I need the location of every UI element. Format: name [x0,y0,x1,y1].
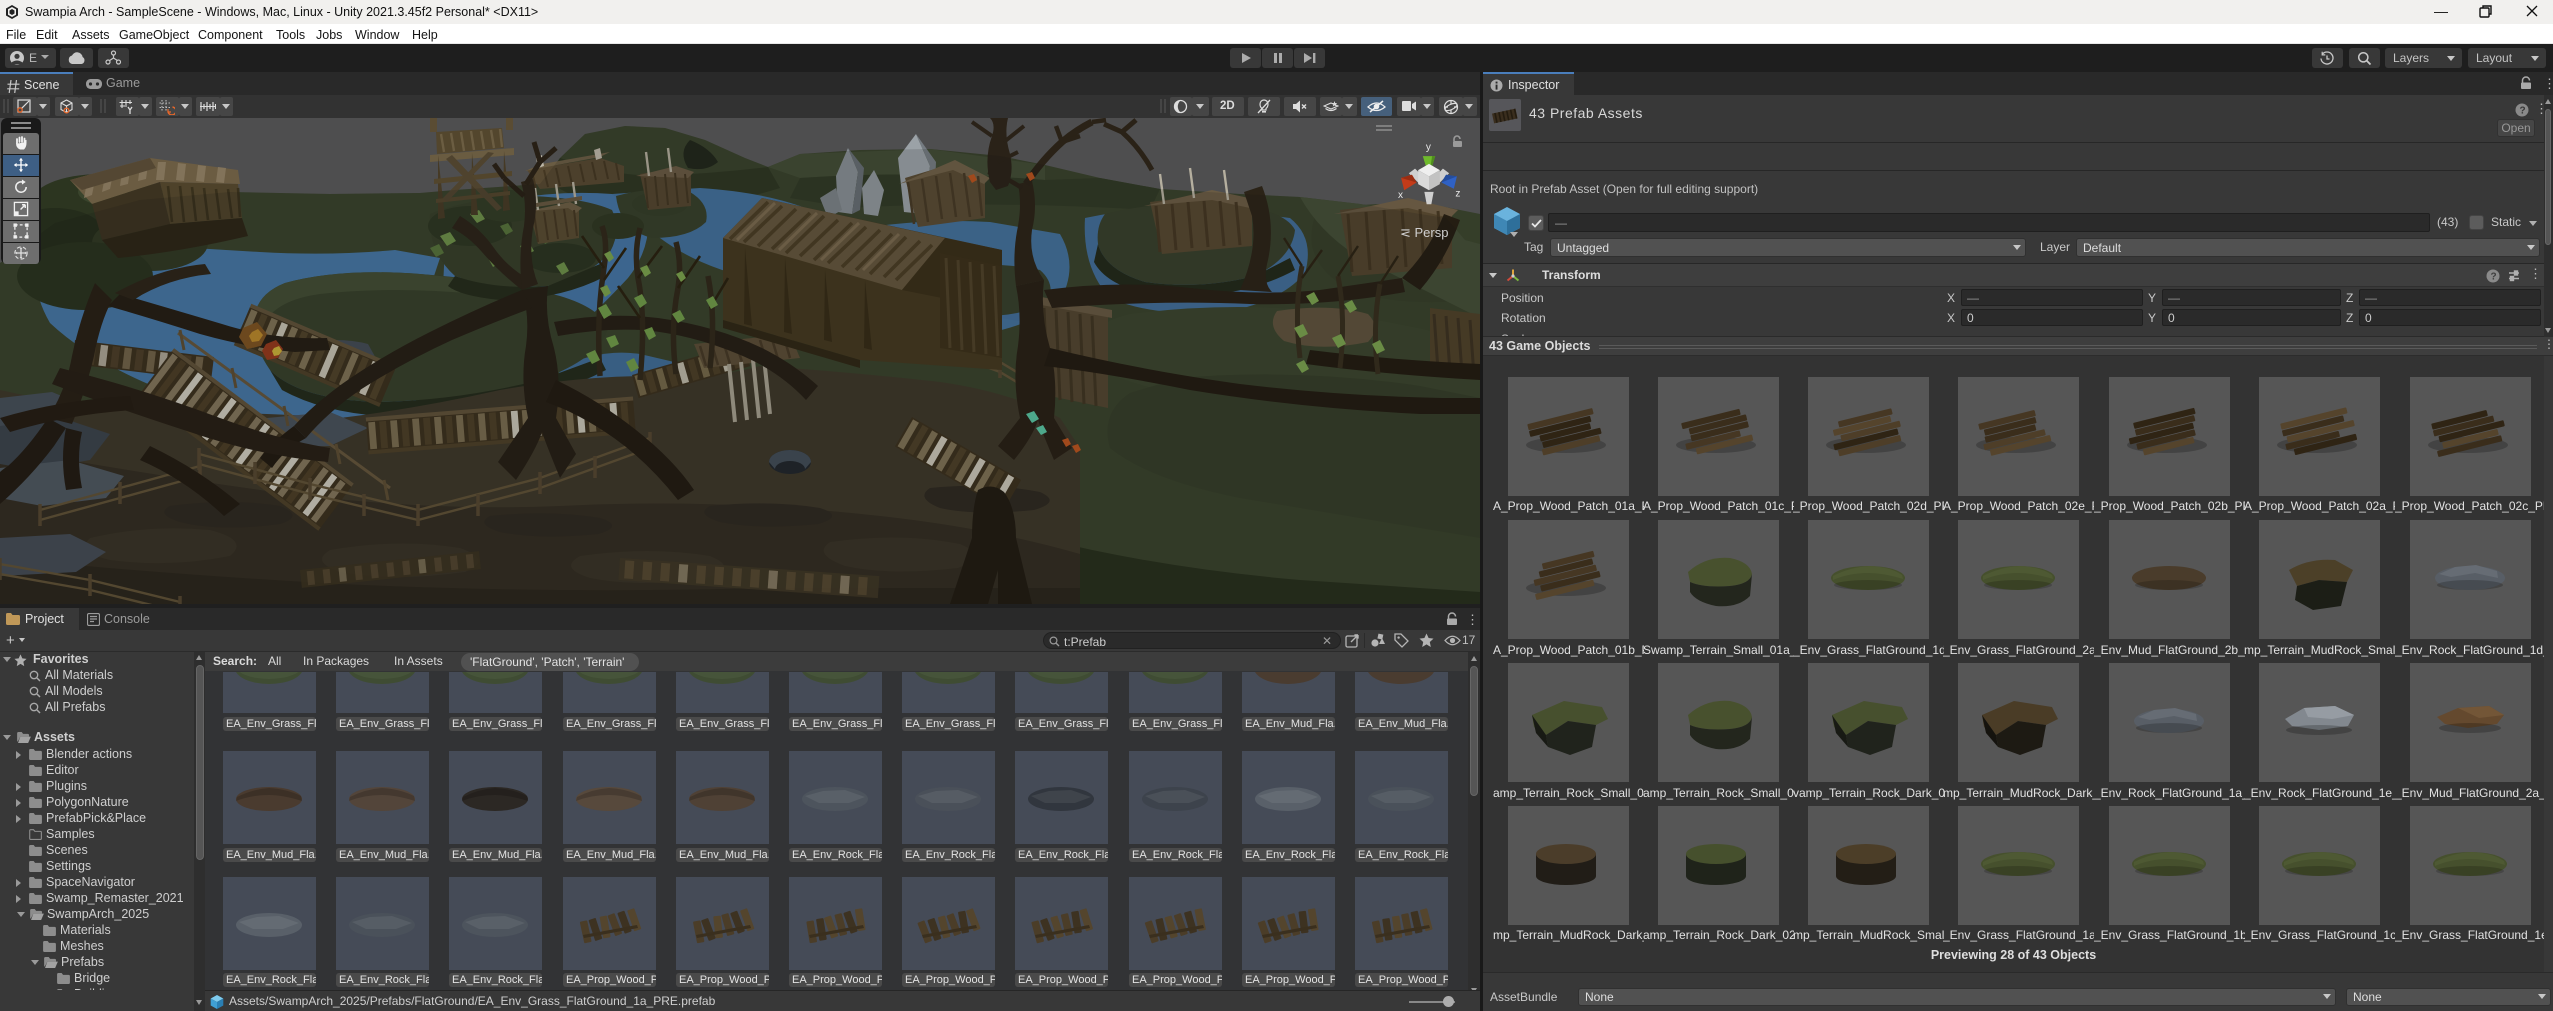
svg-text:?: ? [2491,272,2497,283]
svg-text:?: ? [2520,106,2526,117]
svg-text:z: z [1455,188,1460,199]
svg-text:x: x [1398,190,1403,201]
svg-text:y: y [1426,142,1432,153]
